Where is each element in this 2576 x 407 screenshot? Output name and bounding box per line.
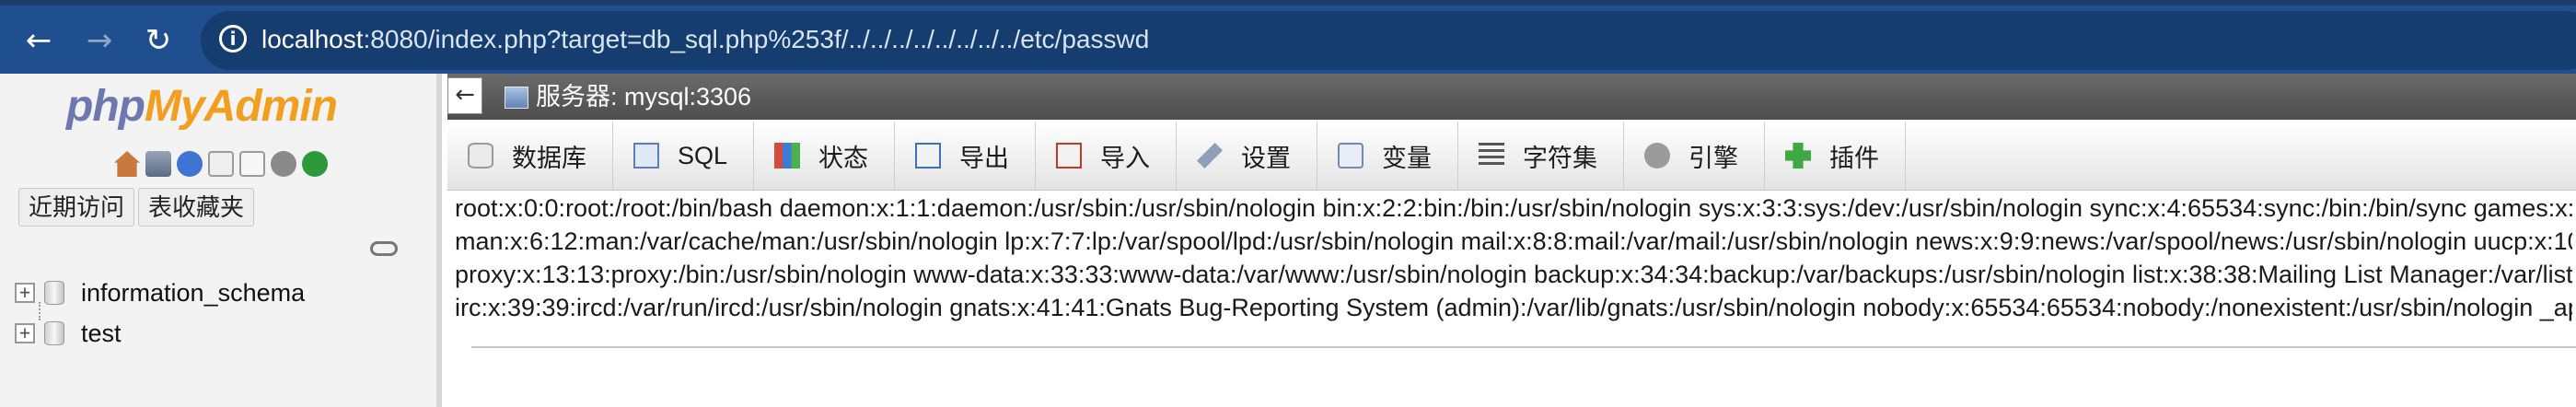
- tree-item-test[interactable]: + test: [15, 313, 305, 354]
- database-name[interactable]: information_schema: [81, 279, 305, 308]
- expand-icon[interactable]: +: [15, 283, 35, 303]
- tab-label: 状态: [818, 144, 869, 172]
- forward-arrow-icon[interactable]: →: [77, 18, 122, 63]
- top-menu: 数据库 SQL 状态 导出 导入 设置 变量 字符集 引擎 插件: [447, 122, 2576, 191]
- wrench-icon: [1197, 143, 1224, 169]
- url-host: localhost: [261, 25, 364, 53]
- address-bar[interactable]: i localhost:8080/index.php?target=db_sql…: [201, 11, 2576, 70]
- gear-icon[interactable]: [271, 151, 296, 177]
- tab-label: 导出: [959, 144, 1010, 172]
- status-icon: [774, 143, 801, 169]
- database-name[interactable]: test: [81, 320, 122, 348]
- home-icon[interactable]: [114, 151, 140, 177]
- phpmyadmin-logo[interactable]: phpMyAdmin: [66, 81, 338, 132]
- sql-icon: [633, 143, 659, 169]
- database-icon: [468, 143, 493, 169]
- output-line: root:x:0:0:root:/root:/bin/bash daemon:x…: [455, 194, 2572, 222]
- tab-variables[interactable]: 变量: [1317, 122, 1459, 190]
- charset-icon: [1479, 143, 1505, 169]
- horizontal-divider: [471, 346, 2576, 348]
- tab-label: 数据库: [512, 144, 586, 172]
- database-icon: [44, 321, 64, 345]
- database-tree: + information_schema + test: [15, 273, 305, 354]
- browser-tabstrip-edge: [0, 0, 2576, 6]
- tab-label: 导入: [1100, 144, 1151, 172]
- copy-icon[interactable]: [239, 151, 265, 177]
- tab-label: 引擎: [1688, 144, 1739, 172]
- reload-icon[interactable]: ↻: [136, 18, 180, 63]
- tab-status[interactable]: 状态: [754, 122, 896, 190]
- output-line: proxy:x:13:13:proxy:/bin:/usr/sbin/nolog…: [455, 261, 2572, 288]
- tab-label: 插件: [1829, 144, 1880, 172]
- url-path: :8080/index.php?target=db_sql.php%253f/.…: [363, 25, 1150, 53]
- link-with-main-panel-icon[interactable]: [370, 241, 398, 256]
- panel-resizer[interactable]: [436, 74, 442, 407]
- tab-engines[interactable]: 引擎: [1624, 122, 1766, 190]
- engines-icon: [1644, 143, 1671, 169]
- browser-toolbar: ← → ↻ i localhost:8080/index.php?target=…: [0, 0, 2576, 74]
- export-icon: [915, 143, 942, 169]
- server-label[interactable]: 服务器: mysql:3306: [536, 81, 751, 112]
- plugins-icon: [1785, 143, 1812, 169]
- expand-icon[interactable]: +: [15, 323, 35, 343]
- tree-item-information-schema[interactable]: + information_schema: [15, 273, 305, 320]
- site-info-icon[interactable]: i: [219, 25, 247, 52]
- favorite-tables-button[interactable]: 表收藏夹: [138, 188, 255, 227]
- server-icon: [505, 87, 528, 109]
- tab-label: SQL: [678, 141, 728, 169]
- tab-export[interactable]: 导出: [895, 122, 1037, 190]
- nav-icon-row: [114, 151, 328, 177]
- tab-label: 字符集: [1523, 144, 1598, 172]
- reload-navigation-icon[interactable]: [302, 151, 328, 177]
- tab-settings[interactable]: 设置: [1177, 122, 1318, 190]
- tab-plugins[interactable]: 插件: [1765, 122, 1907, 190]
- tab-charset[interactable]: 字符集: [1458, 122, 1625, 190]
- server-breadcrumb-bar: ← 服务器: mysql:3306: [447, 74, 2576, 120]
- tab-databases[interactable]: 数据库: [447, 122, 613, 190]
- navigation-panel: phpMyAdmin 近期访问 表收藏夹 + information_schem…: [0, 74, 442, 407]
- database-icon: [44, 281, 64, 305]
- tab-label: 变量: [1382, 144, 1433, 172]
- tab-sql[interactable]: SQL: [613, 122, 755, 190]
- back-arrow-icon[interactable]: ←: [17, 18, 61, 63]
- import-icon: [1056, 143, 1083, 169]
- documentation-icon[interactable]: [208, 151, 234, 177]
- help-icon[interactable]: [177, 151, 203, 177]
- main-panel: ← 服务器: mysql:3306 数据库 SQL 状态 导出 导入 设置 变量…: [447, 74, 2576, 407]
- recent-tables-button[interactable]: 近期访问: [18, 188, 135, 227]
- variables-icon: [1338, 143, 1364, 169]
- tab-import[interactable]: 导入: [1036, 122, 1178, 190]
- output-line: irc:x:39:39:ircd:/var/run/ircd:/usr/sbin…: [455, 294, 2572, 321]
- logout-icon[interactable]: [145, 151, 171, 177]
- included-file-output: root:x:0:0:root:/root:/bin/bash daemon:x…: [455, 192, 2572, 324]
- collapse-navigation-button[interactable]: ←: [447, 77, 482, 114]
- url-text[interactable]: localhost:8080/index.php?target=db_sql.p…: [261, 24, 1149, 55]
- tab-label: 设置: [1241, 144, 1292, 172]
- output-line: man:x:6:12:man:/var/cache/man:/usr/sbin/…: [455, 227, 2572, 255]
